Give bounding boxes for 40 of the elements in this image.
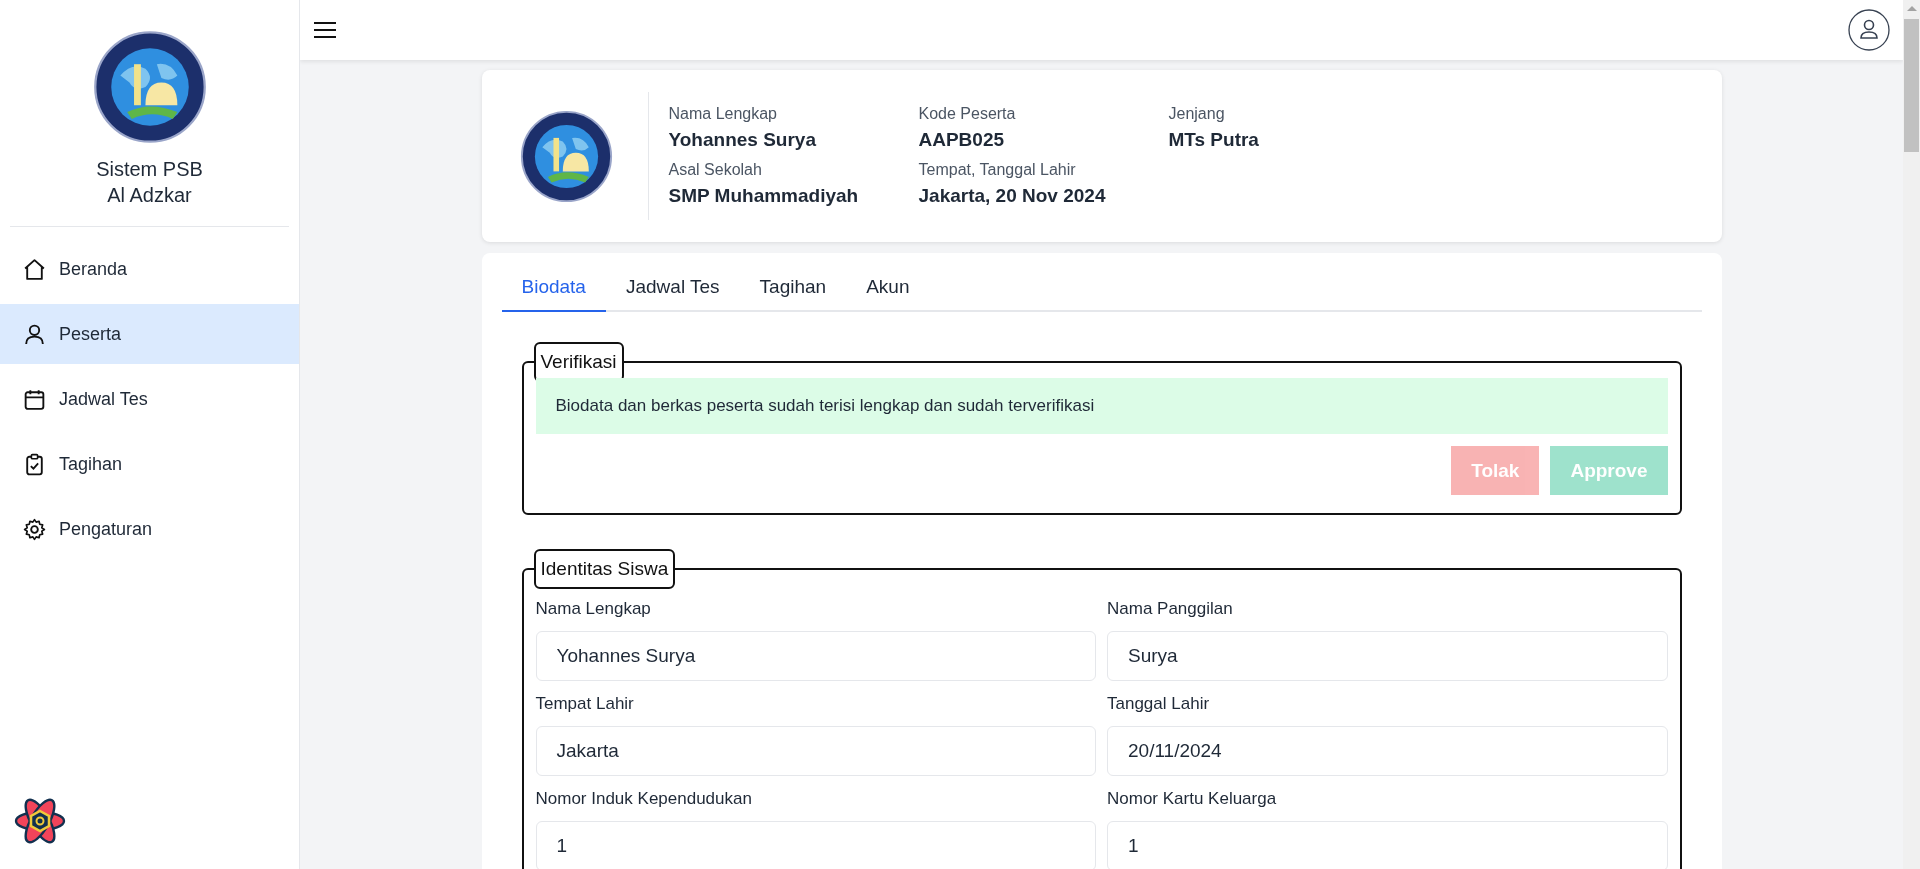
field-value: MTs Putra [1168, 129, 1260, 151]
field-label: Asal Sekolah [668, 161, 763, 179]
input-field[interactable]: Jakarta [535, 726, 1096, 776]
field-label: Tempat Lahir [535, 693, 635, 715]
field-value: AAPB025 [918, 129, 1006, 151]
field-label: Nama Panggilan [1107, 598, 1234, 620]
input-field[interactable]: Yohannes Surya [535, 631, 1096, 681]
field-label: Nomor Induk Kependudukan [535, 788, 753, 810]
user-avatar-icon[interactable] [1848, 9, 1890, 51]
sidebar-item[interactable]: Beranda [0, 239, 299, 299]
tab[interactable]: Akun [846, 270, 930, 312]
scrollbar-thumb[interactable] [1904, 19, 1919, 152]
scrollbar[interactable] [1903, 0, 1920, 869]
sidebar-item[interactable]: Jadwal Tes [0, 369, 299, 429]
field-value: Jakarta, 20 Nov 2024 [918, 185, 1107, 207]
field-value: SMP Muhammadiyah [668, 185, 860, 207]
sidebar-item[interactable]: Tagihan [0, 434, 299, 494]
tab[interactable]: Tagihan [739, 270, 847, 312]
field-label: Nomor Kartu Keluarga [1107, 788, 1278, 810]
sidebar-item[interactable]: Pengaturan [0, 499, 299, 559]
field-label: Tempat, Tanggal Lahir [918, 161, 1077, 179]
home-icon [22, 256, 47, 282]
app-title: Sistem PSB Al Adzkar [96, 157, 203, 208]
tab[interactable]: Jadwal Tes [605, 270, 740, 312]
sidebar-item[interactable]: Peserta [0, 304, 299, 364]
section-title: Identitas Siswa [533, 549, 676, 589]
input-field[interactable]: Surya [1107, 631, 1668, 681]
success-message: Biodata dan berkas peserta sudah terisi lengkap dan sudah terverifikasi [535, 378, 1668, 434]
field-label: Jenjang [1168, 105, 1226, 123]
field-label: Nama Lengkap [535, 598, 652, 620]
menu-icon[interactable] [313, 21, 337, 39]
field-value: Yohannes Surya [668, 129, 817, 151]
field-label: Nama Lengkap [668, 105, 778, 123]
input-field[interactable]: 20/11/2024 [1107, 726, 1668, 776]
field-label: Kode Peserta [918, 105, 1017, 123]
tab[interactable]: Biodata [501, 270, 606, 312]
field-label: Tanggal Lahir [1107, 693, 1211, 715]
atom-logo-icon [14, 797, 66, 845]
settings-icon [22, 516, 47, 542]
scroll-up-icon[interactable] [1906, 6, 1917, 11]
